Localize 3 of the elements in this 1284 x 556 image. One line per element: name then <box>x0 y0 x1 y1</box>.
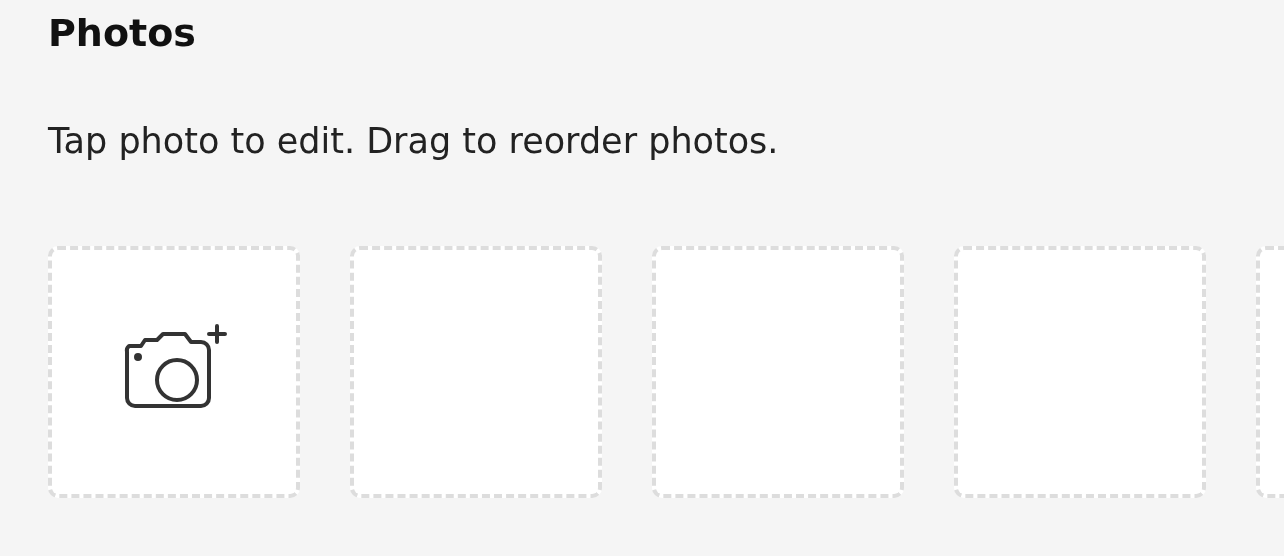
photo-slot[interactable] <box>48 246 300 498</box>
section-title: Photos <box>48 10 197 57</box>
instructions-text: Tap photo to edit. Drag to reorder photos. <box>48 120 780 163</box>
